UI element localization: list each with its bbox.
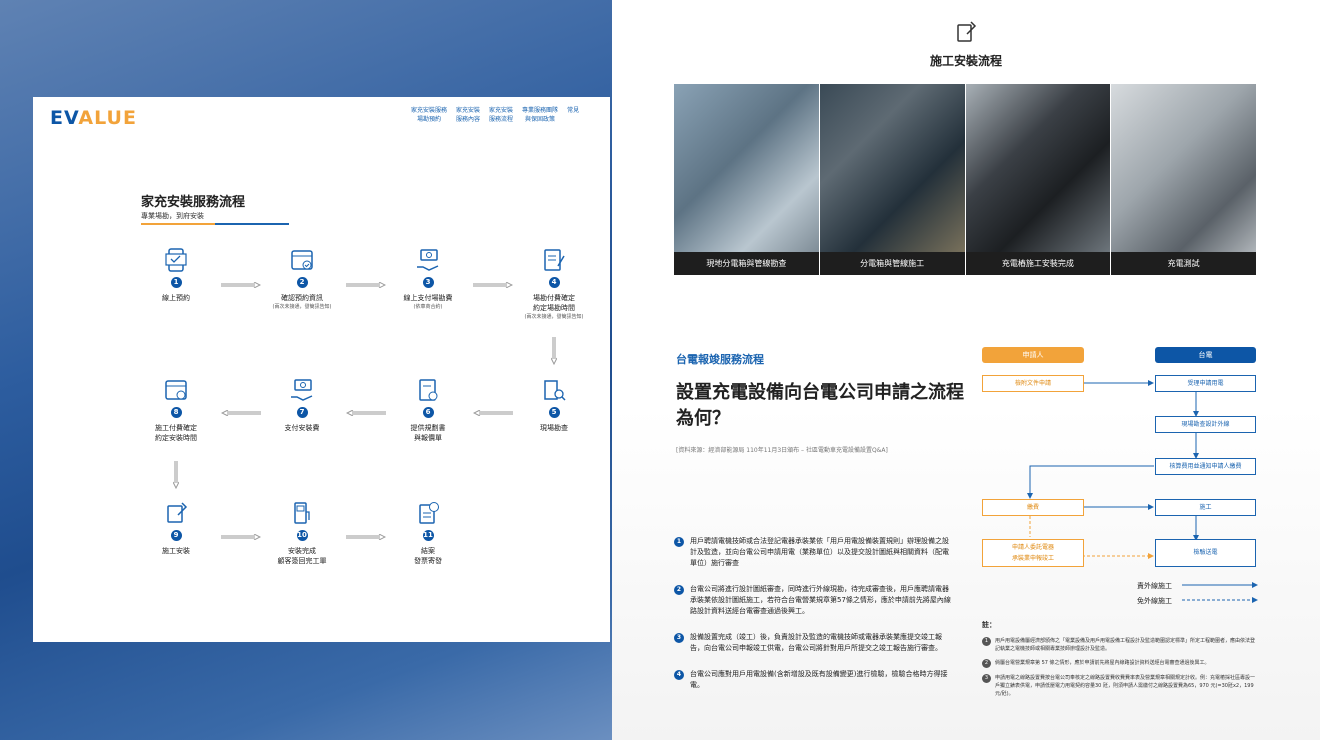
top-nav: 家充安裝服務 場勘預約 家充安裝 服務內容 家充安裝 服務流程 專業服務團隊 與… [411,106,579,124]
photo-strip: 現地分電箱與管線勘查 分電箱與管線施工 充電樁施工安裝完成 充電測試 [674,84,1256,275]
flow-box: 檢附文件申請 [982,375,1084,392]
phone-booking-icon [165,248,187,272]
flow-box: 繳費 [982,499,1084,516]
payment-hand-icon [417,249,439,271]
step-6: 6 提供規劃書 與報價單 [388,377,468,443]
arrow-left [473,410,513,416]
list-item: 3 設備設置完成（竣工）後，負責設計及監造的電機技師或電器承裝業應提交竣工報告，向… [674,632,954,654]
step-9: 9 施工安裝 [136,500,216,556]
list-item: 4 台電公司應對用戶用電設備(含新增設及既有設備變更)進行檢驗，檢驗合格時方得接電… [674,669,954,691]
arrow-right [221,282,261,288]
flow-header-applicant: 申請人 [982,347,1084,363]
step-3: 3 線上支付場勘費 (依車商合約) [388,247,468,311]
invoice-icon [419,502,439,524]
step-11: 11 結案 發票寄發 [388,500,468,566]
photo-charger-installed: 充電樁施工安裝完成 [965,84,1111,275]
arrow-down [173,461,179,489]
arrow-left [346,410,386,416]
arrow-left [221,410,261,416]
step-2: 2 確認預約資訊 (兩次未接通，發簡訊告知) [262,247,342,311]
section-label: 台電報竣服務流程 [676,353,764,366]
arrow-right [221,534,261,540]
photo-panel-work: 分電箱與管線施工 [819,84,965,275]
arrow-right [346,534,386,540]
page-subtitle: 專業場勘，到府安裝 [141,212,204,220]
nav-item[interactable]: 專業服務團隊 與保固政策 [522,106,558,124]
step-10: 10 安裝完成 顧客簽回完工單 [262,500,342,566]
building-search-icon [544,380,566,401]
flow-box: 現場勘查設計外線 [1155,416,1256,433]
photo-charging-test: 充電測試 [1111,84,1256,275]
step-8: 8 施工付費確定 約定安裝時間 [136,377,216,443]
calendar-icon [165,380,187,400]
list-item: 1 用戶用電設備屬經濟部頒佈之「電業設備及用戶用電設備工程設計及監造範圍認定標準」… [982,637,1258,653]
ev-charger-icon [294,502,310,524]
flow-box: 申請人委託電器 承裝業申報竣工 [982,539,1084,567]
flow-box: 檢驗送電 [1155,539,1256,567]
list-item: 1 用戶聘請電機技師或合法登記電器承裝業依「用戶用電設備裝置規則」辦理設備之設計及… [674,536,954,569]
calendar-check-icon [291,250,313,270]
nav-item[interactable]: 家充安裝服務 場勘預約 [411,106,447,124]
arrow-right [346,282,386,288]
remarks: 註： 1 用戶用電設備屬經濟部頒佈之「電業設備及用戶用電設備工程設計及監造範圍認定… [982,620,1258,704]
legend-item: 責外線施工 [1137,582,1172,590]
payment-hand-icon [291,379,313,401]
tools-icon [167,502,188,523]
step-4: 4 場勘付費確定 約定場勘時間 (兩次未接通，發簡訊告知) [514,247,594,321]
page-title: 家充安裝服務流程 [141,195,246,210]
step-1: 1 線上預約 [136,247,216,303]
list-item: 3 申請用電之線路設置費按台電公司奉核定之線路設置費收費費率表及營業規章相關規定計… [982,674,1258,698]
arrow-right [473,282,513,288]
source-note: [資料來源：經濟部能源局 110年11月3日頒布 – 社區電動車充電設備設置Q&… [676,447,888,454]
list-item: 2 台電公司將進行設計圖紙審查，同時進行外線現勘，待完成審查後，用戶應聘請電器承裝… [674,584,954,617]
flow-header-taipower: 台電 [1155,347,1256,363]
list-item: 2 倘屬台電營業規章第 57 條之情形，應於申請前先將屋內線路設計資料送經台電審查… [982,659,1258,668]
flow-box: 受理申請用電 [1155,375,1256,392]
photo-site-survey: 現地分電箱與管線勘查 [674,84,819,275]
flow-box: 施工 [1155,499,1256,516]
process-notes: 1 用戶聘請電機技師或合法登記電器承裝業依「用戶用電設備裝置規則」辦理設備之設計及… [674,536,954,706]
legend-item: 免外線施工 [1137,597,1172,605]
flow-box: 核算費用並通知申請人繳費 [1155,458,1256,475]
evalue-logo[interactable]: EVALUE [50,107,137,129]
arrow-down [551,337,557,365]
section-heading: 設置充電設備向台電公司申請之流程為何？ [676,382,964,429]
step-7: 7 支付安裝費 [262,377,342,433]
document-pen-icon [544,249,565,271]
document-check-icon [419,379,438,401]
title-underline [141,223,289,225]
section-title: 施工安裝流程 [929,54,1002,68]
evalue-page-screenshot: EVALUE 家充安裝服務 場勘預約 家充安裝 服務內容 家充安裝 服務流程 專… [33,97,610,642]
installation-page-screenshot: 施工安裝流程 現地分電箱與管線勘查 分電箱與管線施工 充電樁施工安裝完成 充電測… [612,0,1320,740]
tools-icon [957,21,977,42]
nav-item[interactable]: 常見 [567,106,579,124]
step-5: 5 現場勘查 [514,377,594,433]
nav-item[interactable]: 家充安裝 服務流程 [489,106,513,124]
nav-item[interactable]: 家充安裝 服務內容 [456,106,480,124]
